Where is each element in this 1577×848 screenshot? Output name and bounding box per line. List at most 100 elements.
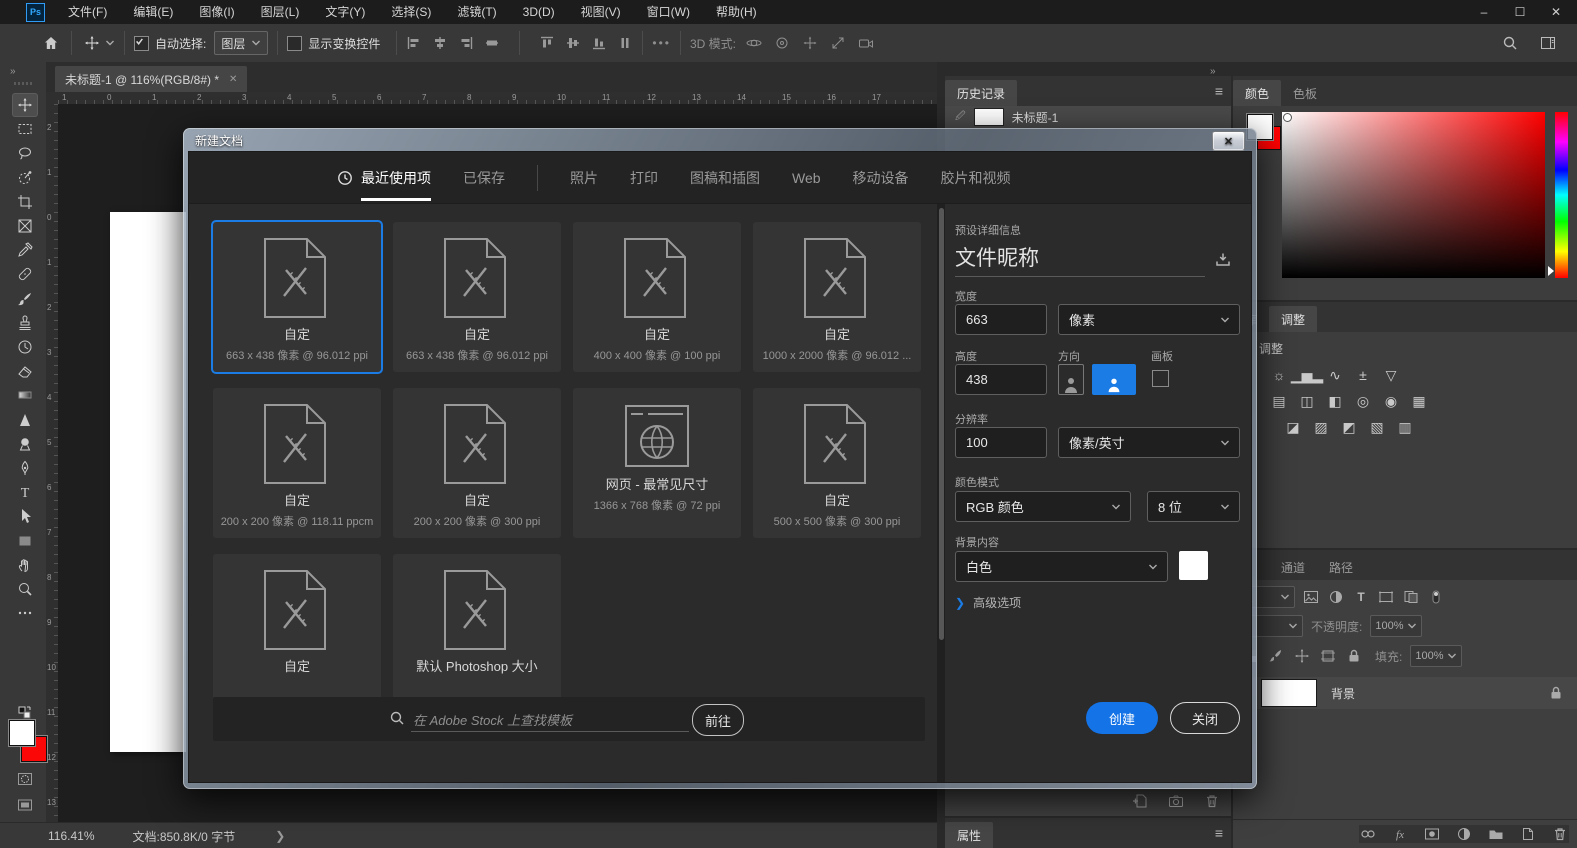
slide-3d-icon[interactable] <box>830 35 846 51</box>
tab-mobile[interactable]: 移动设备 <box>853 168 909 188</box>
sharpen-tool[interactable] <box>13 409 37 431</box>
search-icon[interactable] <box>1499 32 1521 54</box>
resolution-input[interactable]: 100 <box>955 427 1047 458</box>
stock-search-input[interactable]: 在 Adobe Stock 上查找模板 <box>413 710 572 729</box>
orbit-3d-icon[interactable] <box>746 35 762 51</box>
photo-filter-icon[interactable]: ◎ <box>1351 391 1375 411</box>
black-white-icon[interactable]: ◧ <box>1323 391 1347 411</box>
chevron-down-icon[interactable] <box>105 39 115 47</box>
dialog-close-icon[interactable]: ✕ <box>1212 131 1245 151</box>
layer-thumbnail[interactable] <box>1261 679 1317 707</box>
foreground-color-swatch[interactable] <box>9 720 35 746</box>
zoom-tool[interactable] <box>13 578 37 600</box>
document-name-input[interactable]: 文件昵称 <box>955 242 1039 272</box>
preset-card-0[interactable]: 自定 663 x 438 像素 @ 96.012 ppi <box>213 222 381 372</box>
eraser-tool[interactable] <box>13 360 37 382</box>
tab-history[interactable]: 历史记录 <box>945 80 1018 106</box>
add-mask-icon[interactable] <box>1423 825 1441 843</box>
levels-icon[interactable]: ▁▅▂ <box>1291 365 1323 385</box>
more-options-icon[interactable]: ••• <box>652 36 671 50</box>
new-layer-icon[interactable] <box>1519 825 1537 843</box>
dialog-title-bar[interactable]: 新建文档 ✕ <box>189 128 1251 152</box>
crop-tool[interactable] <box>13 191 37 213</box>
path-selection-tool[interactable] <box>13 505 37 527</box>
menu-5[interactable]: 选择(S) <box>378 0 444 24</box>
minimize-icon[interactable]: – <box>1477 5 1491 19</box>
tab-adjustments[interactable]: 调整 <box>1269 306 1318 332</box>
orientation-landscape[interactable] <box>1092 364 1136 395</box>
tab-properties[interactable]: 属性 <box>945 822 994 848</box>
preset-card-2[interactable]: 自定 400 x 400 像素 @ 100 ppi <box>573 222 741 372</box>
new-group-icon[interactable] <box>1487 825 1505 843</box>
pan-3d-icon[interactable] <box>802 35 818 51</box>
collapse-toolbar-icon[interactable]: » <box>10 66 16 77</box>
delete-layer-icon[interactable] <box>1551 825 1569 843</box>
menu-0[interactable]: 文件(F) <box>55 0 120 24</box>
menu-4[interactable]: 文字(Y) <box>312 0 378 24</box>
align-center-band-icon[interactable] <box>484 35 500 51</box>
rectangular-marquee-tool[interactable] <box>13 118 37 140</box>
lock-move-icon[interactable] <box>1293 647 1311 665</box>
new-adjustment-icon[interactable] <box>1455 825 1473 843</box>
bit-depth-dropdown[interactable]: 8 位 <box>1147 491 1240 522</box>
hue-saturation-icon[interactable]: ▤ <box>1267 391 1291 411</box>
save-preset-icon[interactable] <box>1215 252 1231 268</box>
posterize-icon[interactable]: ▨ <box>1309 417 1333 437</box>
adjustment-filter-icon[interactable] <box>1327 588 1345 606</box>
tab-film[interactable]: 胶片和视频 <box>941 168 1011 188</box>
document-tab[interactable]: 未标题-1 @ 116%(RGB/8#) * ✕ <box>55 66 248 92</box>
lock-artboard-icon[interactable] <box>1319 647 1337 665</box>
tab-saved[interactable]: 已保存 <box>463 168 505 188</box>
preset-card-9[interactable]: 默认 Photoshop 大小 <box>393 554 561 704</box>
panel-menu-icon[interactable]: ≡ <box>1215 825 1223 841</box>
tab-close-icon[interactable]: ✕ <box>229 74 237 85</box>
fill-value[interactable]: 100% <box>1410 645 1463 667</box>
channel-mixer-icon[interactable]: ◉ <box>1379 391 1403 411</box>
menu-6[interactable]: 滤镜(T) <box>444 0 509 24</box>
history-brush-tool[interactable] <box>13 336 37 358</box>
curves-icon[interactable]: ∿ <box>1323 365 1347 385</box>
hue-slider[interactable] <box>1555 112 1568 278</box>
type-filter-icon[interactable]: T <box>1352 588 1370 606</box>
history-entry[interactable]: 🖉 未标题-1 <box>945 106 1231 128</box>
color-lookup-icon[interactable]: ▦ <box>1407 391 1431 411</box>
distribute-v-icon[interactable] <box>617 35 633 51</box>
move-tool-icon[interactable] <box>81 32 103 54</box>
tab-channels[interactable]: 通道 <box>1269 554 1317 580</box>
menu-1[interactable]: 编辑(E) <box>120 0 186 24</box>
preset-card-1[interactable]: 自定 663 x 438 像素 @ 96.012 ppi <box>393 222 561 372</box>
brightness-contrast-icon[interactable]: ☼ <box>1267 365 1291 385</box>
tab-photo[interactable]: 照片 <box>570 168 598 188</box>
close-icon[interactable]: ✕ <box>1549 5 1563 19</box>
panel-menu-icon[interactable]: ≡ <box>1215 83 1223 99</box>
dodge-tool[interactable] <box>13 433 37 455</box>
gradient-map-icon[interactable]: ▥ <box>1393 417 1417 437</box>
threshold-icon[interactable]: ◩ <box>1337 417 1361 437</box>
height-input[interactable]: 438 <box>955 364 1047 395</box>
show-transform-checkbox[interactable] <box>287 35 303 51</box>
unit-dropdown[interactable]: 像素 <box>1058 304 1240 335</box>
menu-2[interactable]: 图像(I) <box>186 0 247 24</box>
menu-10[interactable]: 帮助(H) <box>703 0 770 24</box>
preset-card-5[interactable]: 自定 200 x 200 像素 @ 300 ppi <box>393 388 561 538</box>
tab-color[interactable]: 颜色 <box>1233 80 1282 106</box>
tab-web[interactable]: Web <box>792 170 821 186</box>
color-balance-icon[interactable]: ◫ <box>1295 391 1319 411</box>
preset-card-7[interactable]: 自定 500 x 500 像素 @ 300 ppi <box>753 388 921 538</box>
tab-art[interactable]: 图稿和插图 <box>690 168 760 188</box>
preset-card-6[interactable]: 网页 - 最常见尺寸 1366 x 768 像素 @ 72 ppi <box>573 388 741 538</box>
screen-mode-icon[interactable] <box>13 794 37 816</box>
quick-selection-tool[interactable] <box>13 167 37 189</box>
exposure-icon[interactable]: ± <box>1351 365 1375 385</box>
auto-select-checkbox[interactable] <box>134 35 149 51</box>
color-mode-dropdown[interactable]: RGB 颜色 <box>955 491 1131 522</box>
roll-3d-icon[interactable] <box>774 35 790 51</box>
smart-object-filter-icon[interactable] <box>1402 588 1420 606</box>
pixel-layer-filter-icon[interactable] <box>1302 588 1320 606</box>
align-top-icon[interactable] <box>539 35 555 51</box>
align-right-icon[interactable] <box>458 35 474 51</box>
close-button[interactable]: 关闭 <box>1170 702 1240 734</box>
menu-8[interactable]: 视图(V) <box>568 0 634 24</box>
menu-9[interactable]: 窗口(W) <box>634 0 703 24</box>
tab-swatches[interactable]: 色板 <box>1281 80 1329 106</box>
